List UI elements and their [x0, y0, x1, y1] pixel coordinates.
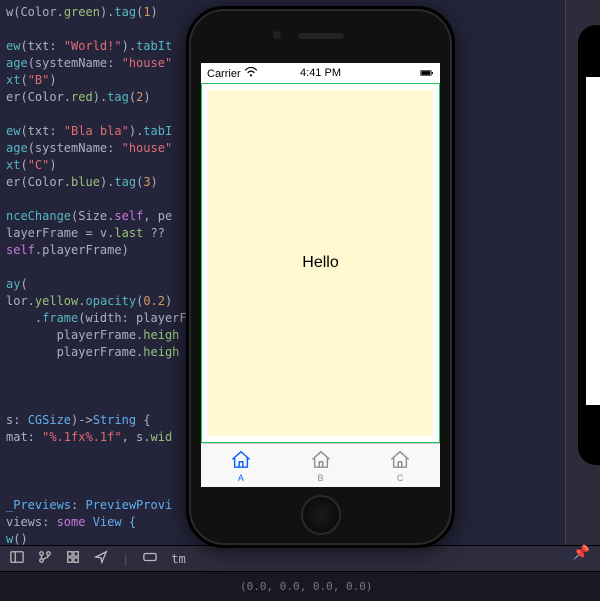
editor-bottom-toolbar: | tm	[0, 545, 600, 571]
simulator-device-frame: Carrier 4:41 PM Hello A B C	[186, 6, 455, 548]
battery-icon	[420, 68, 434, 78]
tab-label: B	[318, 473, 324, 483]
house-icon	[230, 449, 252, 472]
carrier-text: Carrier	[207, 68, 241, 80]
secondary-preview-phone	[578, 25, 600, 465]
carrier-label: Carrier	[207, 67, 258, 80]
home-button[interactable]	[301, 495, 341, 535]
tab-label: C	[397, 473, 404, 483]
content-text: Hello	[302, 254, 338, 272]
device-earpiece	[298, 33, 344, 39]
grid-icon[interactable]	[66, 550, 80, 567]
tab-indicator-icon[interactable]	[143, 550, 157, 567]
branch-icon[interactable]	[38, 550, 52, 567]
panel-toggle-icon[interactable]	[10, 550, 24, 567]
simulator-screen[interactable]: Carrier 4:41 PM Hello A B C	[201, 63, 440, 487]
tab-b[interactable]: B	[281, 444, 361, 487]
content-area: Hello	[201, 83, 440, 443]
tab-label: A	[238, 473, 244, 483]
wifi-icon	[244, 67, 258, 77]
pin-icon[interactable]: 📌	[573, 545, 590, 561]
device-camera	[273, 31, 281, 39]
tab-label[interactable]: tm	[171, 552, 185, 566]
tab-bar: A B C	[201, 443, 440, 487]
house-icon	[389, 449, 411, 472]
status-bar: Carrier 4:41 PM	[201, 63, 440, 83]
tab-c[interactable]: C	[360, 444, 440, 487]
status-text: (0.0, 0.0, 0.0, 0.0)	[240, 580, 372, 593]
separator: |	[122, 552, 129, 566]
navigate-icon[interactable]	[94, 550, 108, 567]
house-icon	[310, 449, 332, 472]
tab-a[interactable]: A	[201, 444, 281, 487]
status-bar: (0.0, 0.0, 0.0, 0.0)	[0, 571, 600, 601]
